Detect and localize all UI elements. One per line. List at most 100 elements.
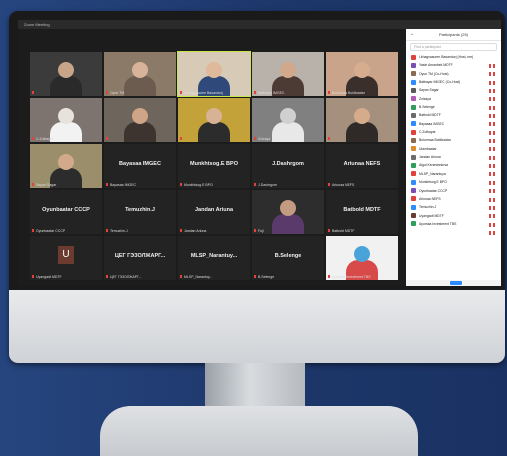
participant-row[interactable]: Batbayar IMGEC (Co-Host): [406, 78, 501, 94]
participant-video-tile[interactable]: Ayumaa Investment TBS: [326, 236, 398, 280]
participants-title: Participants (25): [438, 32, 469, 37]
participant-video-tile[interactable]: Sayan Sagar: [30, 144, 102, 188]
participant-row[interactable]: Ariunaa NEFS: [406, 195, 501, 210]
chevron-down-icon[interactable]: ⌄: [410, 29, 414, 40]
participant-video-tile[interactable]: [104, 98, 176, 142]
video-feed: [252, 190, 324, 234]
participant-video-tile[interactable]: J.Dashrgom J.Dashrgom: [252, 144, 324, 188]
tile-name-label: Zolzaya: [258, 137, 271, 141]
mic-muted-icon: [489, 80, 497, 94]
avatar: [411, 213, 416, 219]
participants-list: Lkhagvasuren Basandorj (Host, me) Yasin A…: [406, 53, 501, 235]
video-feed: [30, 98, 102, 142]
participant-row[interactable]: Jandan Ariuna: [406, 153, 501, 169]
person-silhouette: [272, 214, 304, 234]
video-feed: [252, 98, 324, 142]
participant-video-tile[interactable]: Batbayar IMGEC: [252, 52, 324, 96]
tile-name-label: C.Zolbayar: [36, 137, 54, 141]
person-face: [354, 62, 370, 78]
participant-row[interactable]: Batbold MDTF: [406, 111, 501, 127]
participant-row[interactable]: B.Selenge: [406, 103, 501, 119]
participant-row[interactable]: Aigul Kenesbekova: [406, 161, 501, 177]
participant-row[interactable]: MLSP_Narantuya: [406, 170, 501, 185]
participant-row[interactable]: Zolzaya: [406, 95, 501, 110]
participant-row[interactable]: Bayasaa IMGEC: [406, 120, 501, 135]
participant-video-tile[interactable]: U Uyangadt MDTF: [30, 236, 102, 280]
participant-video-tile[interactable]: C.Zolbayar: [30, 98, 102, 142]
zoom-window: Zoom Meeting Oyun TM Lkhagvasuren Basando…: [18, 20, 501, 286]
participant-video-tile[interactable]: Munkhtsog.E BPO Munkhtsog.E BPO: [178, 144, 250, 188]
participant-video-tile[interactable]: ЦЕГ ГЭЗОЛЖАРГ... ЦЕГ ГЭЗОЛЖАРГ...: [104, 236, 176, 280]
participant-video-tile[interactable]: Zolzaya: [252, 98, 324, 142]
participant-row[interactable]: C.Zolbayar: [406, 128, 501, 144]
tile-display-name: B.Selenge: [274, 253, 302, 259]
participant-name: Munkhtsog.E BPO: [419, 180, 447, 185]
participant-video-tile[interactable]: [178, 98, 250, 142]
mic-muted-icon: [489, 55, 497, 68]
avatar: [411, 129, 416, 135]
mic-muted-icon: [489, 205, 497, 219]
avatar: U: [58, 246, 74, 264]
participant-video-tile[interactable]: Oyunbaatar CCCP Oyunbaatar CCCP: [30, 190, 102, 234]
participant-video-tile[interactable]: B.Selenge B.Selenge: [252, 236, 324, 280]
participant-video-tile[interactable]: Ariunaa NEFS Ariunaa NEFS: [326, 144, 398, 188]
mic-muted-icon: [489, 63, 497, 77]
participant-video-tile[interactable]: Oyun TM: [104, 52, 176, 96]
tile-name-label: MLSP_Narantuy...: [184, 275, 213, 279]
participant-video-tile[interactable]: Batbold MDTF Batbold MDTF: [326, 190, 398, 234]
avatar: [411, 196, 416, 202]
participant-name: Temuzhin.J: [419, 205, 437, 210]
participant-row[interactable]: Sayan Sagar: [406, 86, 501, 102]
tile-name-label: Ariunaa NEFS: [332, 183, 355, 187]
mic-muted-icon: [489, 189, 497, 202]
mic-muted-icon: [180, 137, 182, 140]
participant-row[interactable]: Bolormaa Boldbaatar: [406, 136, 501, 152]
participant-row[interactable]: Oyunbaatar CCCP: [406, 187, 501, 202]
mic-muted-icon: [489, 163, 497, 177]
video-feed: [252, 52, 324, 96]
person-face: [280, 200, 296, 216]
video-feed: [30, 52, 102, 96]
participant-name: Uyangadt MDTF: [419, 213, 444, 218]
participant-row[interactable]: Ayumaa Investment TBS: [406, 220, 501, 235]
tile-display-name: MLSP_Narantuy...: [190, 253, 238, 259]
participant-video-tile[interactable]: Fuji: [252, 190, 324, 234]
participant-search-input[interactable]: Find a participant: [410, 43, 497, 51]
participant-video-tile[interactable]: Temuzhin.J Temuzhin.J: [104, 190, 176, 234]
avatar: [411, 71, 416, 77]
avatar: [411, 104, 416, 110]
person-face: [58, 62, 74, 78]
participant-video-tile[interactable]: [326, 98, 398, 142]
participant-name: Batbold MDTF: [419, 113, 441, 118]
participant-video-tile[interactable]: MLSP_Narantuy... MLSP_Narantuy...: [178, 236, 250, 280]
avatar: [411, 112, 416, 118]
tile-display-name: Temuzhin.J: [125, 207, 155, 213]
participant-row[interactable]: Lkhagvasuren Basandorj (Host, me): [406, 53, 501, 68]
participant-name: Batbayar IMGEC (Co-Host): [419, 80, 461, 85]
participant-row[interactable]: Yasin Amanbek MDTF: [406, 61, 501, 77]
participant-video-tile[interactable]: Bayasaa IMGEC Bayasaa IMGEC: [104, 144, 176, 188]
tile-name-label: ЦЕГ ГЭЗОЛЖАРГ...: [110, 275, 142, 279]
participant-name: MLSP_Narantuya: [419, 171, 446, 176]
participant-row[interactable]: Ulambaatar: [406, 145, 501, 160]
mic-muted-icon: [489, 138, 497, 152]
participant-video-tile[interactable]: Bolormaa Boldbaatar: [326, 52, 398, 96]
participant-name: Oyun TM (Co-Host): [419, 71, 449, 76]
participant-row[interactable]: Munkhtsog.E BPO: [406, 178, 501, 194]
avatar: [411, 188, 416, 193]
mic-muted-icon: [489, 180, 497, 194]
participant-row[interactable]: Oyun TM (Co-Host): [406, 70, 501, 85]
participant-row[interactable]: Temuzhin.J: [406, 203, 501, 219]
participant-video-tile[interactable]: Jandan Ariuna Jandan Ariuna: [178, 190, 250, 234]
tile-display-name: Jandan Ariuna: [195, 207, 233, 213]
participant-video-tile[interactable]: [30, 52, 102, 96]
person-face: [132, 108, 148, 124]
mic-muted-icon: [106, 91, 108, 94]
participant-video-tile[interactable]: Lkhagvasuren Basandorj: [177, 51, 251, 97]
person-face: [132, 62, 148, 78]
tile-name-label: J.Dashrgom: [258, 183, 277, 187]
participant-name: Oyunbaatar CCCP: [419, 188, 448, 193]
participant-row[interactable]: Uyangadt MDTF: [406, 212, 501, 227]
invite-button[interactable]: [450, 281, 462, 285]
tile-name-label: Munkhtsog.E BPO: [184, 183, 213, 187]
